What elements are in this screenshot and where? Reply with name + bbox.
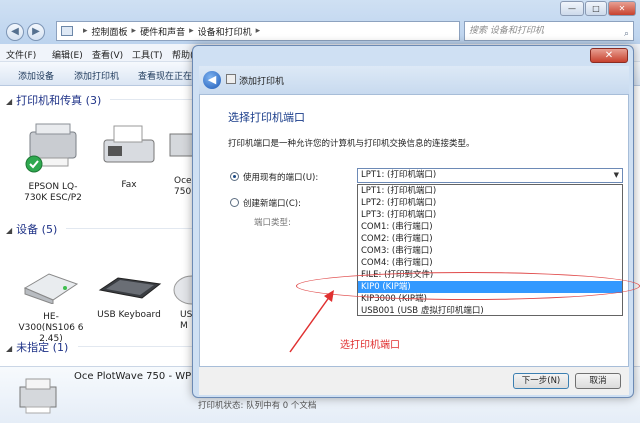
back-arrow-icon[interactable]: ◀ bbox=[6, 23, 24, 41]
keyboard-icon bbox=[98, 277, 162, 299]
device-usb-mouse[interactable]: USB M bbox=[170, 270, 194, 332]
printer-epson-label: EPSON LQ-730K ESC/P2 bbox=[24, 182, 82, 203]
dialog-header: ◀ 添加打印机 bbox=[199, 66, 629, 94]
port-option[interactable]: LPT3: (打印机端口) bbox=[358, 209, 622, 221]
control-panel-icon bbox=[61, 26, 73, 36]
chevron-down-icon[interactable]: ▼ bbox=[614, 169, 619, 182]
device-usb-keyboard-label: USB Keyboard bbox=[97, 310, 161, 320]
port-option[interactable]: COM1: (串行端口) bbox=[358, 221, 622, 233]
address-bar[interactable]: ▸ 控制面板 ▸ 硬件和声音 ▸ 设备和打印机 ▸ bbox=[56, 21, 460, 41]
port-select[interactable]: LPT1: (打印机端口) ▼ bbox=[357, 168, 623, 183]
add-printer-button[interactable]: 添加打印机 bbox=[74, 69, 119, 82]
details-status-text: 打印机状态: 队列中有 0 个文档 bbox=[198, 401, 317, 411]
dialog-footer: 下一步(N) 取消 bbox=[199, 367, 629, 395]
back-arrow-icon[interactable]: ◀ bbox=[203, 71, 221, 89]
printer-epson[interactable]: EPSON LQ-730K ESC/P2 bbox=[18, 118, 88, 204]
cancel-button[interactable]: 取消 bbox=[575, 373, 621, 389]
port-option[interactable]: LPT2: (打印机端口) bbox=[358, 197, 622, 209]
dialog-heading: 选择打印机端口 bbox=[228, 111, 305, 124]
drive-icon bbox=[23, 273, 79, 305]
maximize-button[interactable]: □ bbox=[585, 1, 607, 16]
dialog-description: 打印机端口是一种允许您的计算机与打印机交换信息的连接类型。 bbox=[228, 139, 475, 149]
fax-icon bbox=[103, 125, 155, 163]
annotation-text: 选打印机端口 bbox=[340, 340, 400, 351]
device-usb-mouse-label: USB M bbox=[180, 310, 194, 331]
device-usb-keyboard[interactable]: USB Keyboard bbox=[94, 274, 164, 321]
breadcrumb-devices-printers[interactable]: 设备和打印机 bbox=[198, 25, 252, 38]
explorer-titlebar: — □ ✕ ◀ ▶ ▸ 控制面板 ▸ 硬件和声音 ▸ 设备和打印机 ▸ 搜索 设… bbox=[0, 0, 640, 44]
group-devices[interactable]: ◢ 设备 (5) bbox=[6, 221, 57, 237]
group-printers-faxes[interactable]: ◢ 打印机和传真 (3) bbox=[6, 92, 101, 108]
use-existing-port-label[interactable]: 使用现有的端口(U): bbox=[243, 171, 318, 183]
menu-file[interactable]: 文件(F) bbox=[6, 48, 36, 61]
menu-edit[interactable]: 编辑(E) bbox=[52, 48, 83, 61]
port-option[interactable]: COM2: (串行端口) bbox=[358, 233, 622, 245]
add-printer-dialog: ✕ ◀ 添加打印机 选择打印机端口 打印机端口是一种允许您的计算机与打印机交换信… bbox=[192, 45, 634, 398]
breadcrumb-hardware-sound[interactable]: 硬件和声音 bbox=[140, 25, 185, 38]
dialog-close-button[interactable]: ✕ bbox=[590, 48, 628, 63]
forward-arrow-icon[interactable]: ▶ bbox=[27, 23, 45, 41]
annotation-ellipse bbox=[296, 272, 640, 300]
search-input[interactable]: 搜索 设备和打印机 ⌕ bbox=[464, 21, 634, 41]
dialog-body: 选择打印机端口 打印机端口是一种允许您的计算机与打印机交换信息的连接类型。 使用… bbox=[199, 94, 629, 367]
printer-fax-label: Fax bbox=[121, 180, 137, 190]
mouse-icon bbox=[173, 275, 194, 305]
breadcrumb-control-panel[interactable]: 控制面板 bbox=[92, 25, 128, 38]
next-button[interactable]: 下一步(N) bbox=[513, 373, 569, 389]
printer-fax[interactable]: Fax bbox=[94, 124, 164, 191]
port-option[interactable]: LPT1: (打印机端口) bbox=[358, 185, 622, 197]
dialog-title: 添加打印机 bbox=[239, 77, 285, 87]
port-option[interactable]: COM3: (串行端口) bbox=[358, 245, 622, 257]
annotation-arrow bbox=[289, 290, 334, 353]
close-button[interactable]: ✕ bbox=[608, 1, 636, 16]
port-select-value: LPT1: (打印机端口) bbox=[361, 170, 437, 180]
port-option[interactable]: COM4: (串行端口) bbox=[358, 257, 622, 269]
create-new-port-label[interactable]: 创建新端口(C): bbox=[243, 197, 301, 209]
minimize-button[interactable]: — bbox=[560, 1, 584, 16]
use-existing-port-radio[interactable] bbox=[230, 172, 239, 181]
port-type-label: 端口类型: bbox=[254, 218, 291, 228]
create-new-port-radio[interactable] bbox=[230, 198, 239, 207]
printer-icon bbox=[226, 74, 236, 84]
menu-tools[interactable]: 工具(T) bbox=[132, 48, 163, 61]
group-unspecified[interactable]: ◢ 未指定 (1) bbox=[6, 339, 68, 355]
details-device-name: Oce PlotWave 750 - WPD2 bbox=[74, 371, 206, 382]
printer-icon bbox=[25, 123, 77, 173]
menu-view[interactable]: 查看(V) bbox=[92, 48, 123, 61]
search-placeholder: 搜索 设备和打印机 bbox=[469, 26, 544, 36]
device-he-v300[interactable]: HE-V300(NS106 6 2.45) bbox=[16, 270, 86, 345]
add-device-button[interactable]: 添加设备 bbox=[18, 69, 54, 82]
search-icon: ⌕ bbox=[623, 29, 629, 39]
plotter-icon bbox=[19, 378, 57, 414]
port-option[interactable]: USB001 (USB 虚拟打印机端口) bbox=[358, 305, 622, 317]
